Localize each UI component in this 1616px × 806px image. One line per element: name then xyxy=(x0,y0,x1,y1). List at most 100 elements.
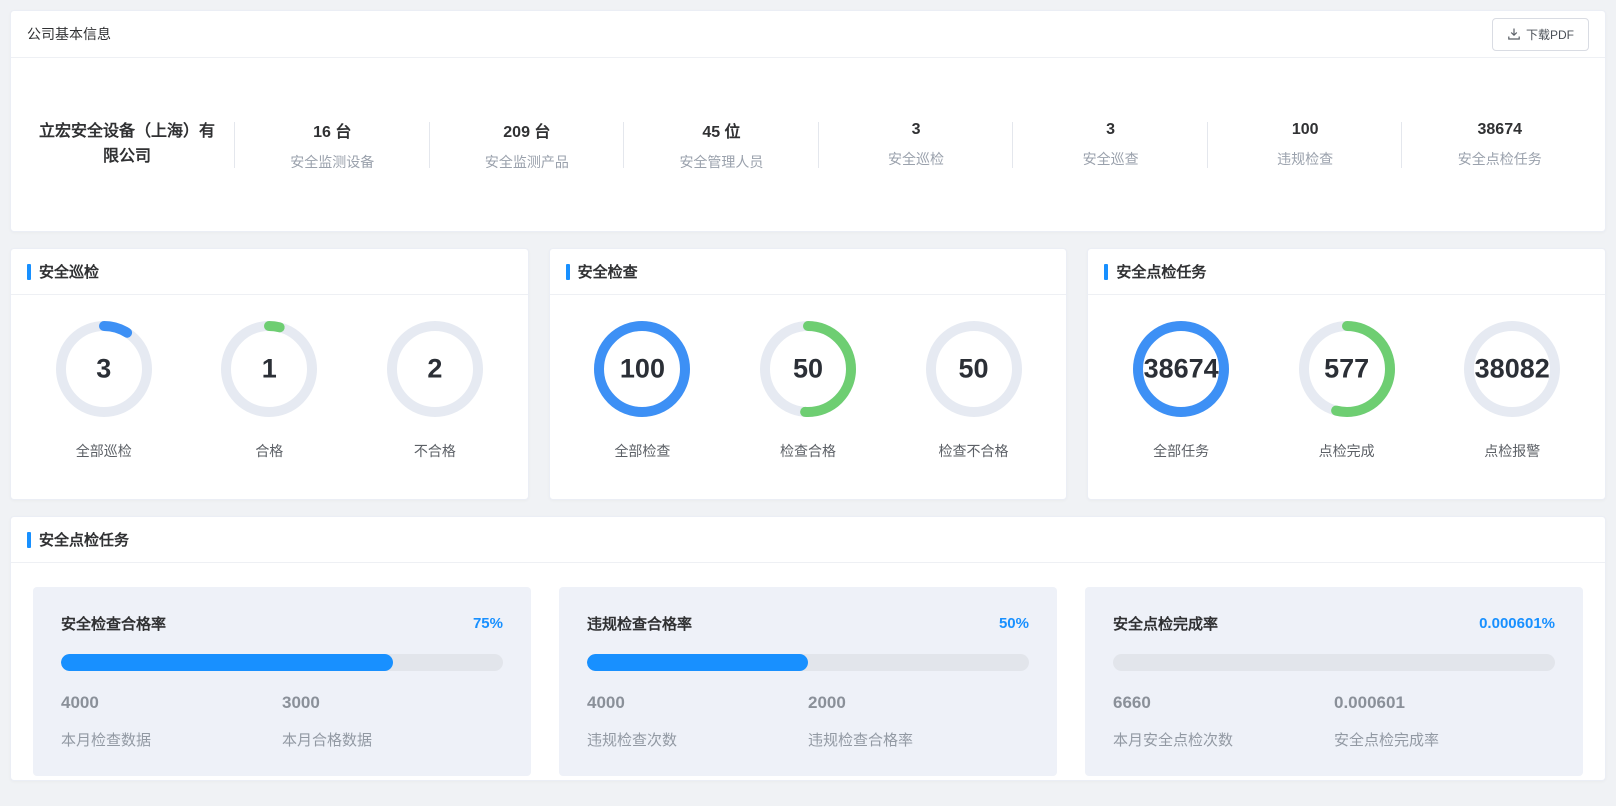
safety-inspection-card: 安全巡检 3 全部巡检 1 xyxy=(10,248,529,500)
check-pass-rate-panel: 安全检查合格率 75% 4000 本月检查数据 3000 本月合格数据 xyxy=(33,587,531,776)
stat-violation-checks: 100 违规检查 xyxy=(1208,121,1403,169)
stat-value: 3 xyxy=(829,121,1004,139)
company-stats-row: 立宏安全设备（上海）有限公司 16 台 安全监测设备 209 台 安全监测产品 … xyxy=(11,58,1605,231)
panel-stat: 4000 违规检查次数 xyxy=(587,693,808,750)
panel-stat-label: 违规检查次数 xyxy=(587,729,808,750)
ring-cards-row: 安全巡检 3 全部巡检 1 xyxy=(10,248,1606,500)
ring-value: 577 xyxy=(1324,354,1369,385)
stat-value: 16 台 xyxy=(245,118,420,142)
stat-label: 安全监测产品 xyxy=(440,152,615,172)
ring-label: 合格 xyxy=(255,441,283,461)
card-title: 安全检查 xyxy=(578,261,638,282)
stat-label: 安全监测设备 xyxy=(245,152,420,172)
company-card-title: 公司基本信息 xyxy=(27,24,111,44)
stat-safety-inspections: 3 安全巡检 xyxy=(819,121,1014,169)
panel-stat-value: 0.000601 xyxy=(1334,693,1555,713)
stat-label: 违规检查 xyxy=(1218,149,1393,169)
panel-percent: 75% xyxy=(473,615,503,632)
stat-spot-check-tasks: 38674 安全点检任务 xyxy=(1402,121,1597,169)
panel-stat-label: 安全点检完成率 xyxy=(1334,729,1555,750)
stat-value: 38674 xyxy=(1412,121,1587,139)
panel-percent: 50% xyxy=(999,615,1029,632)
panel-title: 安全点检完成率 xyxy=(1113,613,1218,634)
download-pdf-label: 下载PDF xyxy=(1526,26,1574,43)
donut-ring-all-inspections: 3 全部巡检 xyxy=(56,321,152,461)
donut-ring-all-tasks: 38674 全部任务 xyxy=(1133,321,1229,461)
ring-value: 38082 xyxy=(1475,354,1550,385)
safety-check-card: 安全检查 100 全部检查 50 xyxy=(549,248,1068,500)
ring-value: 38674 xyxy=(1144,354,1219,385)
company-name: 立宏安全设备（上海）有限公司 xyxy=(19,120,235,170)
title-accent-bar xyxy=(27,264,31,280)
stat-safety-managers: 45 位 安全管理人员 xyxy=(624,118,819,172)
card-title: 安全点检任务 xyxy=(1116,261,1206,282)
stat-monitor-devices: 16 台 安全监测设备 xyxy=(235,118,430,172)
panel-percent: 0.000601% xyxy=(1479,615,1555,632)
ring-label: 全部检查 xyxy=(614,441,670,461)
rings-area: 100 全部检查 50 检查合格 xyxy=(550,295,1067,499)
progress-bar-track xyxy=(61,654,503,671)
spot-check-progress-card: 安全点检任务 安全检查合格率 75% 4000 本月检查数据 3000 本月合格… xyxy=(10,516,1606,781)
panel-stat-value: 4000 xyxy=(61,693,282,713)
ring-label: 全部任务 xyxy=(1153,441,1209,461)
ring-value: 1 xyxy=(262,354,277,385)
download-pdf-button[interactable]: 下载PDF xyxy=(1492,18,1589,51)
donut-ring-check-fail: 50 检查不合格 xyxy=(926,321,1022,461)
stat-value: 3 xyxy=(1023,121,1198,139)
ring-label: 检查合格 xyxy=(780,441,836,461)
progress-bar-track xyxy=(587,654,1029,671)
progress-panels: 安全检查合格率 75% 4000 本月检查数据 3000 本月合格数据 违规检查… xyxy=(11,563,1605,800)
donut-ring-check-pass: 50 检查合格 xyxy=(760,321,856,461)
donut-ring-tasks-alarm: 38082 点检报警 xyxy=(1464,321,1560,461)
ring-label: 点检报警 xyxy=(1484,441,1540,461)
stat-value: 45 位 xyxy=(634,118,809,142)
panel-stat-value: 2000 xyxy=(808,693,1029,713)
card-title: 安全巡检 xyxy=(39,261,99,282)
ring-value: 50 xyxy=(959,354,989,385)
panel-stat-label: 本月合格数据 xyxy=(282,729,503,750)
card-header: 安全检查 xyxy=(550,249,1067,295)
download-icon xyxy=(1507,27,1521,41)
panel-stat: 6660 本月安全点检次数 xyxy=(1113,693,1334,750)
ring-value: 3 xyxy=(96,354,111,385)
card-header: 安全巡检 xyxy=(11,249,528,295)
panel-stat: 2000 违规检查合格率 xyxy=(808,693,1029,750)
ring-value: 2 xyxy=(427,354,442,385)
rings-area: 3 全部巡检 1 合格 xyxy=(11,295,528,499)
ring-label: 不合格 xyxy=(414,441,456,461)
violation-pass-rate-panel: 违规检查合格率 50% 4000 违规检查次数 2000 违规检查合格率 xyxy=(559,587,1057,776)
panel-stat: 0.000601 安全点检完成率 xyxy=(1334,693,1555,750)
donut-ring-qualified: 1 合格 xyxy=(221,321,317,461)
stat-label: 安全巡查 xyxy=(1023,149,1198,169)
ring-label: 全部巡检 xyxy=(76,441,132,461)
donut-ring-unqualified: 2 不合格 xyxy=(387,321,483,461)
donut-ring-all-checks: 100 全部检查 xyxy=(594,321,690,461)
stat-label: 安全巡检 xyxy=(829,149,1004,169)
stat-monitor-products: 209 台 安全监测产品 xyxy=(430,118,625,172)
stat-label: 安全点检任务 xyxy=(1412,149,1587,169)
panel-stat-label: 违规检查合格率 xyxy=(808,729,1029,750)
spot-check-completion-panel: 安全点检完成率 0.000601% 6660 本月安全点检次数 0.000601… xyxy=(1085,587,1583,776)
rings-area: 38674 全部任务 577 点检完成 xyxy=(1088,295,1605,499)
progress-bar-fill xyxy=(587,654,808,671)
company-card-header: 公司基本信息 下载PDF xyxy=(11,11,1605,58)
title-accent-bar xyxy=(1104,264,1108,280)
stat-safety-patrols: 3 安全巡查 xyxy=(1013,121,1208,169)
ring-value: 50 xyxy=(793,354,823,385)
panel-stat-value: 6660 xyxy=(1113,693,1334,713)
donut-ring-tasks-done: 577 点检完成 xyxy=(1299,321,1395,461)
stat-value: 209 台 xyxy=(440,118,615,142)
progress-bar-fill xyxy=(61,654,393,671)
stat-label: 安全管理人员 xyxy=(634,152,809,172)
ring-label: 点检完成 xyxy=(1319,441,1375,461)
panel-stat-value: 3000 xyxy=(282,693,503,713)
panel-title: 违规检查合格率 xyxy=(587,613,692,634)
company-info-card: 公司基本信息 下载PDF 立宏安全设备（上海）有限公司 16 台 安全监测设备 … xyxy=(10,10,1606,232)
panel-title: 安全检查合格率 xyxy=(61,613,166,634)
panel-stat-label: 本月检查数据 xyxy=(61,729,282,750)
spot-check-task-card: 安全点检任务 38674 全部任务 xyxy=(1087,248,1606,500)
card-header: 安全点检任务 xyxy=(11,517,1605,563)
panel-stat-value: 4000 xyxy=(587,693,808,713)
ring-label: 检查不合格 xyxy=(939,441,1009,461)
panel-stat: 4000 本月检查数据 xyxy=(61,693,282,750)
